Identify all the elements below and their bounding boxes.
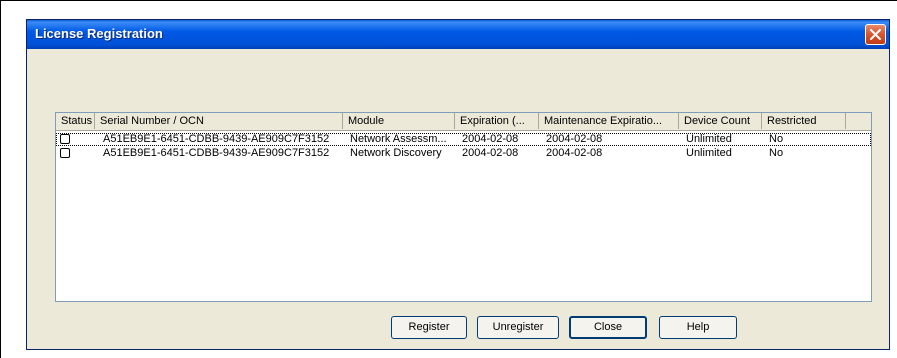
close-icon <box>870 29 881 40</box>
list-header: Status Serial Number / OCN Module Expira… <box>56 113 871 131</box>
column-header-maintenance-expiration[interactable]: Maintenance Expiratio... <box>539 113 679 129</box>
serial-number-cell: A51EB9E1-6451-CDBB-9439-AE909C7F3152 <box>103 133 330 145</box>
maintenance-expiration-cell: 2004-02-08 <box>546 133 603 145</box>
maintenance-expiration-cell: 2004-02-08 <box>546 147 603 159</box>
column-header-device-count[interactable]: Device Count <box>679 113 762 129</box>
expiration-cell: 2004-02-08 <box>462 133 519 145</box>
license-list[interactable]: Status Serial Number / OCN Module Expira… <box>55 112 872 302</box>
restricted-cell: No <box>769 147 784 159</box>
restricted-cell: No <box>769 133 784 145</box>
column-header-status[interactable]: Status <box>56 113 95 129</box>
status-checkbox[interactable] <box>60 148 70 158</box>
page-border-top <box>0 0 897 1</box>
close-button[interactable]: Close <box>569 316 647 339</box>
module-cell: Network Assessm... <box>350 133 447 145</box>
title-bar[interactable]: License Registration <box>27 20 889 49</box>
unregister-button[interactable]: Unregister <box>477 316 559 339</box>
column-header-module[interactable]: Module <box>343 113 455 129</box>
close-window-button[interactable] <box>865 24 886 45</box>
expiration-cell: 2004-02-08 <box>462 147 519 159</box>
serial-number-cell: A51EB9E1-6451-CDBB-9439-AE909C7F3152 <box>103 147 330 159</box>
column-header-expiration[interactable]: Expiration (... <box>455 113 539 129</box>
table-row[interactable]: A51EB9E1-6451-CDBB-9439-AE909C7F3152 Net… <box>56 133 871 146</box>
register-button[interactable]: Register <box>391 316 467 339</box>
device-count-cell: Unlimited <box>686 133 732 145</box>
column-header-serial[interactable]: Serial Number / OCN <box>95 113 343 129</box>
column-header-restricted[interactable]: Restricted <box>762 113 846 129</box>
table-row[interactable]: A51EB9E1-6451-CDBB-9439-AE909C7F3152 Net… <box>56 147 871 160</box>
page-border-left <box>0 0 1 358</box>
license-registration-dialog: License Registration Status Serial Numbe… <box>26 19 890 350</box>
status-checkbox[interactable] <box>60 134 70 144</box>
help-button[interactable]: Help <box>659 316 737 339</box>
device-count-cell: Unlimited <box>686 147 732 159</box>
window-title: License Registration <box>35 26 163 41</box>
module-cell: Network Discovery <box>350 147 442 159</box>
